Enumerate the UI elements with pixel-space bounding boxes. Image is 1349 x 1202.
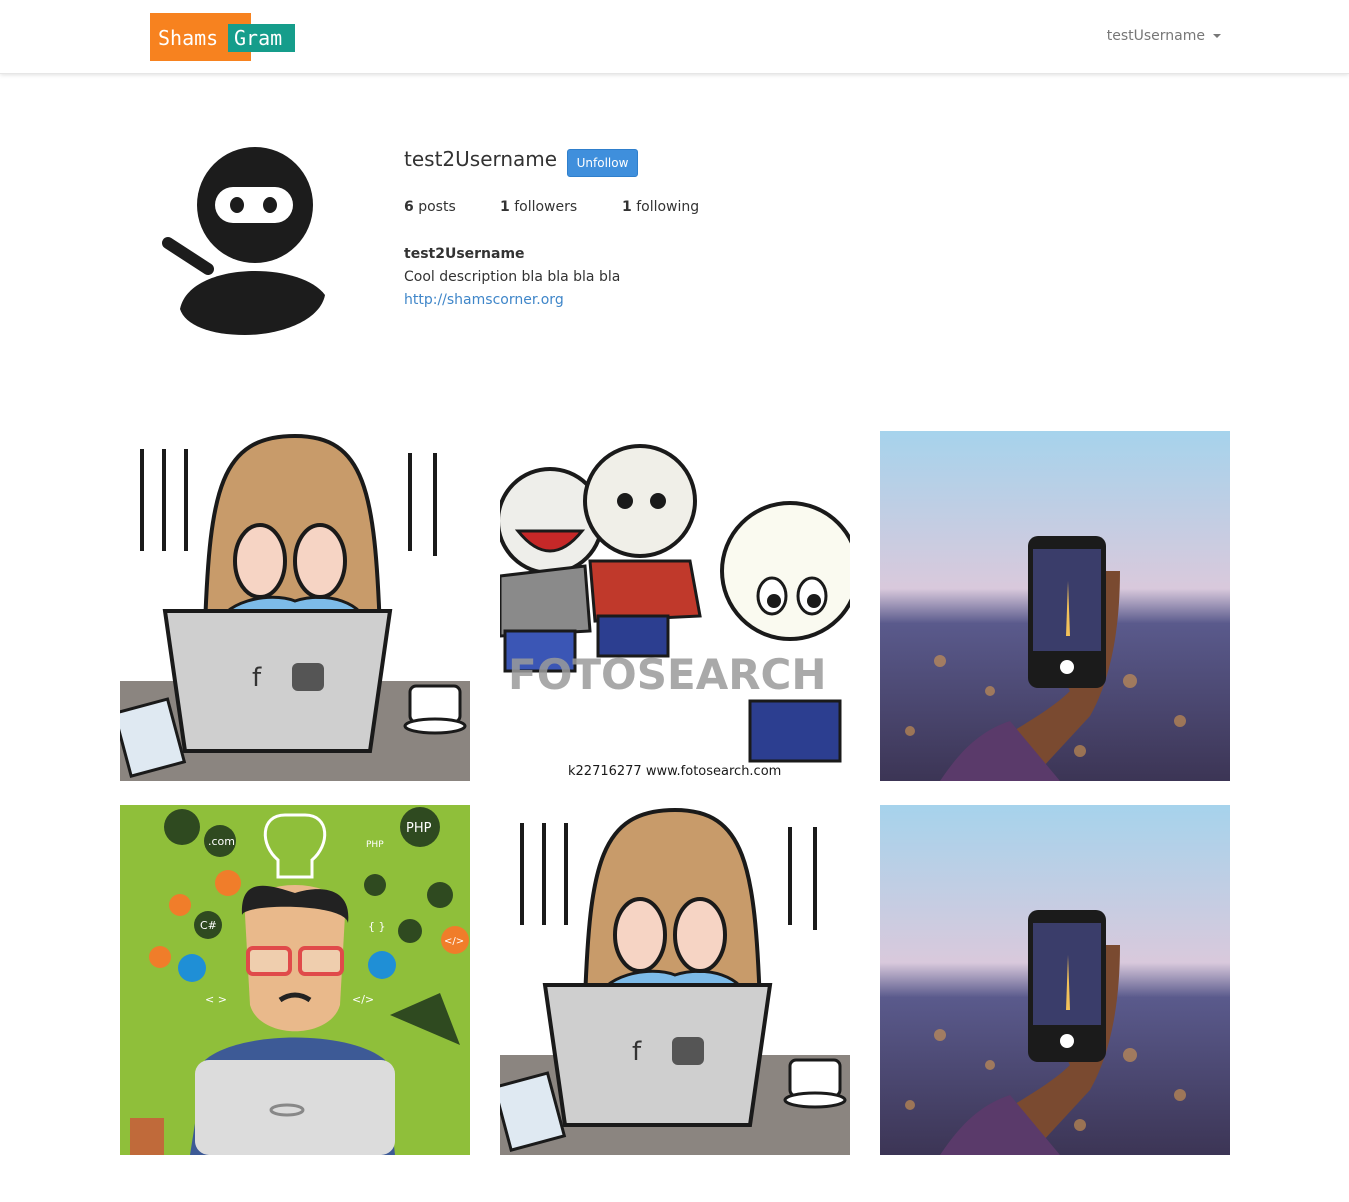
angle-brackets-label: < > <box>205 993 227 1006</box>
fotosearch-caption: k22716277 www.fotosearch.com <box>568 764 781 779</box>
current-username: testUsername <box>1106 28 1205 44</box>
fotosearch-watermark: FOTOSEARCH <box>508 650 827 699</box>
post-thumbnail-5[interactable]: f <box>500 805 850 1155</box>
posts-count: 6 <box>404 199 414 215</box>
followers-stat[interactable]: 1 followers <box>500 198 577 216</box>
close-tag-label-2: </> <box>444 936 464 947</box>
following-stat[interactable]: 1 following <box>622 198 699 216</box>
following-count: 1 <box>622 199 632 215</box>
user-dropdown-toggle[interactable]: testUsername <box>1107 28 1221 44</box>
php-small-label: PHP <box>366 840 384 850</box>
profile-description: Cool description bla bla bla bla <box>404 269 621 285</box>
followers-label: followers <box>514 199 578 215</box>
post-thumbnail-3[interactable] <box>880 431 1230 781</box>
post-thumbnail-2[interactable]: FOTOSEARCH k22716277 www.fotosearch.com <box>500 431 850 781</box>
followers-count: 1 <box>500 199 510 215</box>
post-thumbnail-6[interactable] <box>880 805 1230 1155</box>
caret-down-icon <box>1213 34 1221 38</box>
post-thumbnail-4[interactable]: .com PHP PHP C# { } < > </> </> <box>120 805 470 1155</box>
close-tag-label: </> <box>352 993 374 1006</box>
girl-laptop-image: f <box>120 431 470 781</box>
profile-website-link[interactable]: http://shamscorner.org <box>404 291 564 309</box>
svg-text:f: f <box>632 1037 642 1067</box>
profile-display-name: test2Username <box>404 246 525 262</box>
following-label: following <box>636 199 700 215</box>
posts-label: posts <box>418 199 456 215</box>
php-label: PHP <box>406 821 432 836</box>
braces-label: { } <box>368 920 386 933</box>
phone-city-image <box>880 805 1230 1155</box>
logo-text-gram: Gram <box>234 26 283 50</box>
csharp-label: C# <box>200 919 217 932</box>
girl-laptop-image: f <box>500 805 850 1155</box>
unfollow-button[interactable]: Unfollow <box>567 149 638 177</box>
ninja-avatar-icon <box>162 147 325 335</box>
dotcom-label: .com <box>208 835 235 848</box>
developer-illustration-image: .com PHP PHP C# { } < > </> </> <box>120 805 470 1155</box>
cartoon-kids-image: FOTOSEARCH k22716277 www.fotosearch.com <box>500 431 850 781</box>
logo-text-shams: Shams <box>158 26 219 50</box>
svg-text:f: f <box>252 663 262 693</box>
posts-stat: 6 posts <box>404 198 456 216</box>
profile-username: test2Username <box>404 147 558 171</box>
post-thumbnail-1[interactable]: f <box>120 431 470 781</box>
top-navbar: Shams Gram testUsername <box>0 0 1349 74</box>
phone-city-image <box>880 431 1230 781</box>
